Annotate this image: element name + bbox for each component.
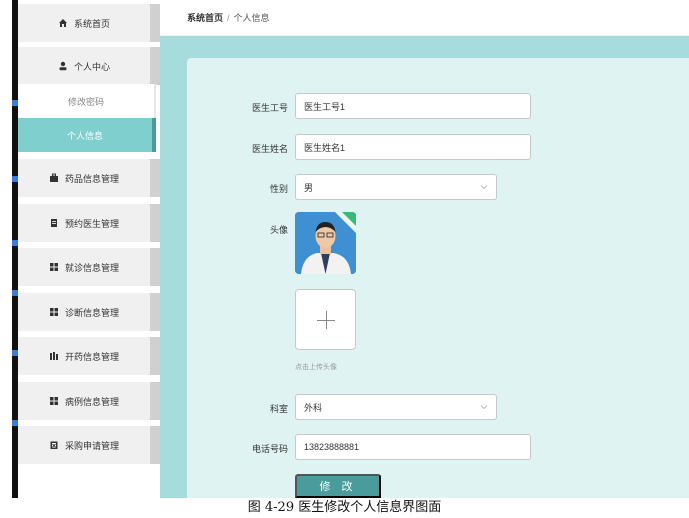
gender-select-value: 男 [304,182,314,193]
sidebar: 系统首页 个人中心 修改密码 个人信息 药品信息管理 预约医生管理 就诊信息管理 [18,0,160,498]
chevron-down-icon [480,405,488,410]
chevron-down-icon [480,185,488,190]
submenu-change-password[interactable]: 修改密码 [18,84,156,118]
grid-icon [49,262,59,272]
bars-icon [49,351,59,361]
figure-caption: 图 4-29 医生修改个人信息界图面 [0,498,689,518]
sidebar-item-label: 预约医生管理 [64,218,119,229]
grid-icon [49,396,59,406]
doctor-id-input[interactable]: 医生工号1 [295,93,531,119]
submenu-label: 个人信息 [66,130,103,141]
breadcrumb-separator: / [227,12,230,23]
avatar-label: 头像 [269,225,288,235]
sidebar-item-label: 个人中心 [73,61,110,72]
sidebar-item-label: 开药信息管理 [64,351,119,362]
breadcrumb: 系统首页 / 个人信息 [160,0,689,36]
briefcase-icon [49,173,59,183]
sidebar-item-personal-center[interactable]: 个人中心 [18,47,160,85]
department-select[interactable]: 外科 [295,394,497,420]
modify-button[interactable]: 修 改 [295,474,381,498]
avatar-upload-button[interactable] [295,289,356,350]
form-panel [187,58,689,498]
gender-label: 性别 [269,184,288,194]
doctor-name-label: 医生姓名 [251,144,288,154]
sidebar-item-label: 病例信息管理 [64,396,119,407]
sidebar-item-label: 采购申请管理 [64,440,119,451]
sidebar-item-label: 药品信息管理 [64,173,119,184]
doctor-photo [295,212,356,274]
sidebar-item-drug-info[interactable]: 药品信息管理 [18,159,160,197]
sidebar-item-label: 诊断信息管理 [64,307,119,318]
doctor-id-label: 医生工号 [251,103,288,113]
gender-select[interactable]: 男 [295,174,497,200]
home-icon [58,18,68,28]
sidebar-item-label: 系统首页 [73,18,110,29]
sidebar-item-prescription-info[interactable]: 开药信息管理 [18,337,160,375]
sidebar-item-visit-info[interactable]: 就诊信息管理 [18,248,160,286]
submenu-label: 修改密码 [67,96,104,107]
phone-label: 电话号码 [251,444,288,454]
sidebar-item-label: 就诊信息管理 [64,262,119,273]
document-icon [49,218,59,228]
user-icon [58,61,68,71]
sidebar-item-purchase-request[interactable]: 采购申请管理 [18,426,160,464]
sidebar-item-home[interactable]: 系统首页 [18,4,160,42]
avatar [295,212,356,274]
grid-icon [49,307,59,317]
upload-hint: 点击上传头像 [295,364,337,371]
breadcrumb-home[interactable]: 系统首页 [187,11,223,24]
submenu-personal-info[interactable]: 个人信息 [18,118,156,152]
sidebar-item-diagnosis-info[interactable]: 诊断信息管理 [18,293,160,331]
sidebar-item-case-info[interactable]: 病例信息管理 [18,382,160,420]
sidebar-item-appointment[interactable]: 预约医生管理 [18,204,160,242]
breadcrumb-current: 个人信息 [233,13,270,23]
left-edge-strip [0,0,18,498]
clipboard-icon [49,440,59,450]
phone-input[interactable]: 13823888881 [295,434,531,460]
doctor-name-input[interactable]: 医生姓名1 [295,134,531,160]
department-select-value: 外科 [304,402,323,413]
department-label: 科室 [269,404,288,414]
